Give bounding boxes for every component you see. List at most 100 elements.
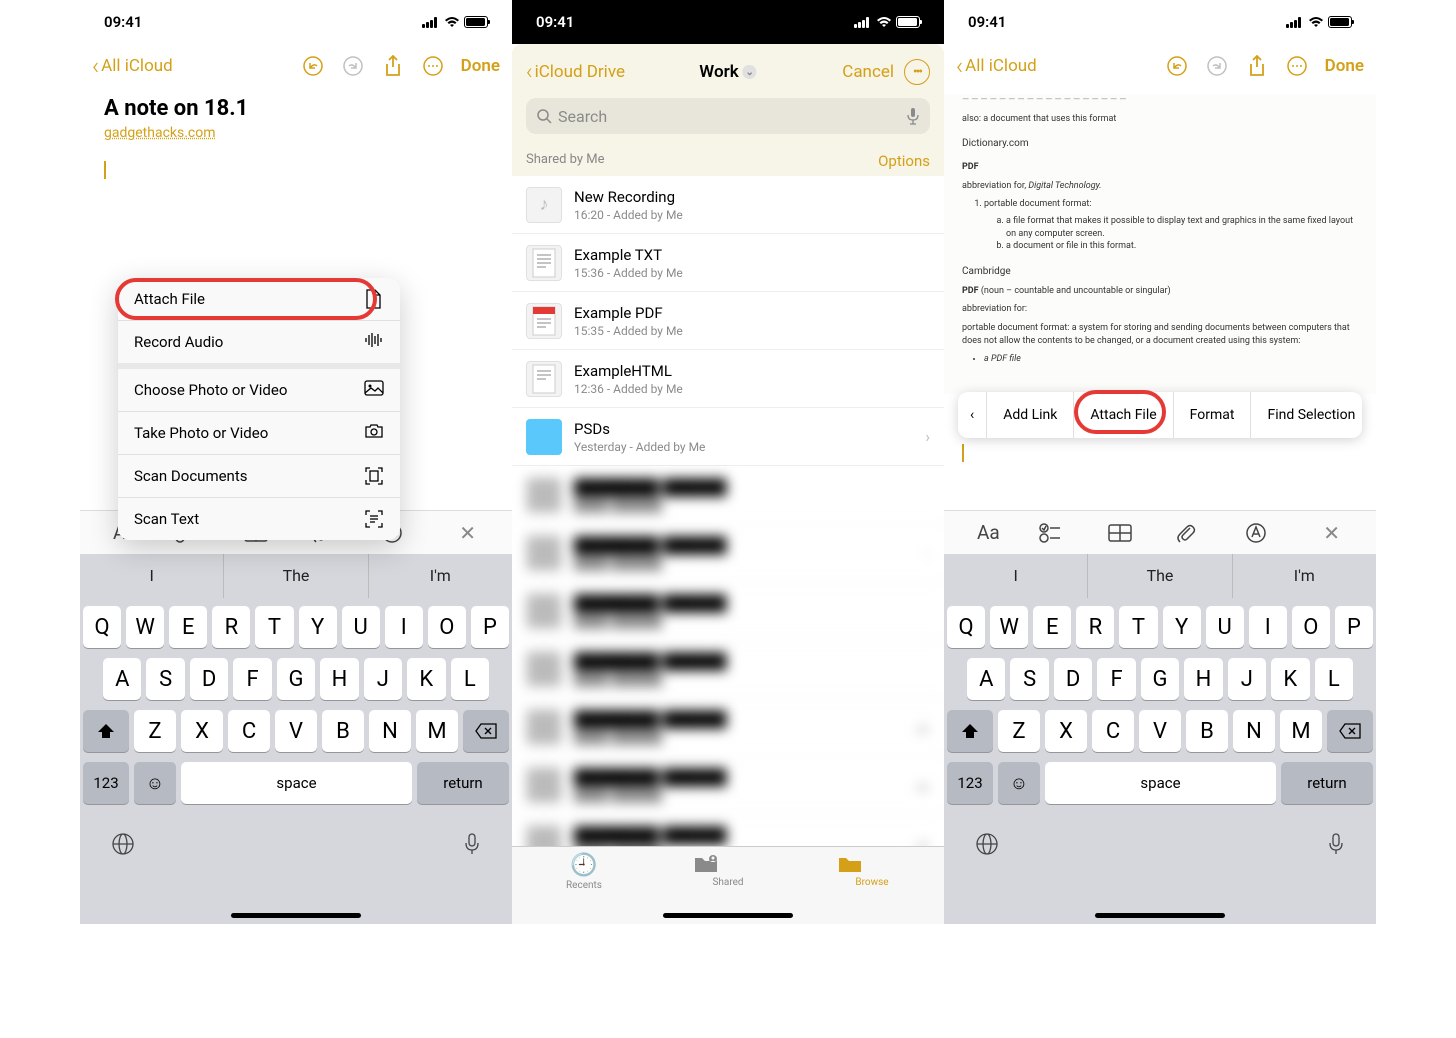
key-F[interactable]: F xyxy=(233,658,271,700)
key-J[interactable]: J xyxy=(1228,658,1266,700)
key-M[interactable]: M xyxy=(1280,710,1322,752)
context-attach-file[interactable]: Attach File xyxy=(1074,392,1173,438)
cancel-button[interactable]: Cancel xyxy=(842,62,894,82)
file-row[interactable]: Example PDF15:35 - Added by Me xyxy=(512,292,944,350)
key-U[interactable]: U xyxy=(1206,606,1244,648)
files-title[interactable]: Work⌄ xyxy=(699,62,756,82)
key-B[interactable]: B xyxy=(322,710,364,752)
key-Y[interactable]: Y xyxy=(1163,606,1201,648)
context-prev[interactable]: ‹ xyxy=(958,392,987,438)
checklist-icon[interactable] xyxy=(1039,523,1075,543)
key-space[interactable]: space xyxy=(1045,762,1276,804)
key-O[interactable]: O xyxy=(1292,606,1330,648)
back-button[interactable]: ‹All iCloud xyxy=(92,52,173,80)
key-Z[interactable]: Z xyxy=(998,710,1040,752)
menu-item-scan-text[interactable]: Scan Text xyxy=(118,498,400,540)
key-S[interactable]: S xyxy=(1010,658,1048,700)
key-D[interactable]: D xyxy=(1054,658,1092,700)
note-hyperlink[interactable]: gadgethacks.com xyxy=(104,125,488,141)
attachment-icon[interactable] xyxy=(1176,522,1212,544)
key-Z[interactable]: Z xyxy=(134,710,176,752)
key-delete[interactable] xyxy=(1327,710,1373,752)
suggestion[interactable]: I xyxy=(80,554,224,598)
dictate-icon[interactable] xyxy=(1327,832,1345,856)
file-row[interactable]: ExampleHTML12:36 - Added by Me xyxy=(512,350,944,408)
file-row[interactable]: PSDsYesterday - Added by Me› xyxy=(512,408,944,466)
key-X[interactable]: X xyxy=(1045,710,1087,752)
share-icon[interactable] xyxy=(377,50,409,82)
menu-item-record-audio[interactable]: Record Audio xyxy=(118,321,400,369)
key-emoji[interactable]: ☺ xyxy=(134,762,176,804)
done-button[interactable]: Done xyxy=(461,56,500,76)
suggestion[interactable]: I'm xyxy=(369,554,512,598)
key-B[interactable]: B xyxy=(1186,710,1228,752)
key-H[interactable]: H xyxy=(320,658,358,700)
key-return[interactable]: return xyxy=(417,762,509,804)
key-C[interactable]: C xyxy=(1092,710,1134,752)
key-E[interactable]: E xyxy=(1033,606,1071,648)
key-O[interactable]: O xyxy=(428,606,466,648)
context-add-link[interactable]: Add Link xyxy=(987,392,1074,438)
menu-item-attach-file[interactable]: Attach File xyxy=(118,278,400,321)
key-123[interactable]: 123 xyxy=(83,762,129,804)
key-T[interactable]: T xyxy=(1119,606,1157,648)
tab-recents[interactable]: 🕘Recents xyxy=(549,853,619,924)
key-N[interactable]: N xyxy=(369,710,411,752)
context-format[interactable]: Format xyxy=(1174,392,1252,438)
file-row[interactable]: Example TXT15:36 - Added by Me xyxy=(512,234,944,292)
key-I[interactable]: I xyxy=(1249,606,1287,648)
more-icon[interactable] xyxy=(1281,50,1313,82)
key-N[interactable]: N xyxy=(1233,710,1275,752)
suggestion[interactable]: I xyxy=(944,554,1088,598)
back-button[interactable]: ‹All iCloud xyxy=(956,52,1037,80)
globe-icon[interactable] xyxy=(975,832,999,856)
key-A[interactable]: A xyxy=(103,658,141,700)
key-L[interactable]: L xyxy=(1315,658,1353,700)
files-back-button[interactable]: ‹iCloud Drive xyxy=(526,60,625,85)
key-D[interactable]: D xyxy=(190,658,228,700)
key-U[interactable]: U xyxy=(342,606,380,648)
key-I[interactable]: I xyxy=(385,606,423,648)
share-icon[interactable] xyxy=(1241,50,1273,82)
key-T[interactable]: T xyxy=(255,606,293,648)
close-toolbar-icon[interactable]: ✕ xyxy=(1314,521,1350,545)
key-Q[interactable]: Q xyxy=(83,606,121,648)
key-X[interactable]: X xyxy=(181,710,223,752)
key-M[interactable]: M xyxy=(416,710,458,752)
key-R[interactable]: R xyxy=(212,606,250,648)
key-P[interactable]: P xyxy=(1335,606,1373,648)
dictate-icon[interactable] xyxy=(906,107,920,125)
key-R[interactable]: R xyxy=(1076,606,1114,648)
key-J[interactable]: J xyxy=(364,658,402,700)
key-F[interactable]: F xyxy=(1097,658,1135,700)
key-shift[interactable] xyxy=(947,710,993,752)
more-icon[interactable] xyxy=(417,50,449,82)
suggestion[interactable]: The xyxy=(224,554,368,598)
key-emoji[interactable]: ☺ xyxy=(998,762,1040,804)
key-V[interactable]: V xyxy=(1139,710,1181,752)
menu-item-choose-photo-or-video[interactable]: Choose Photo or Video xyxy=(118,369,400,412)
context-find-selection[interactable]: Find Selection xyxy=(1251,392,1371,438)
markup-icon[interactable] xyxy=(1245,522,1281,544)
tab-browse[interactable]: Browse xyxy=(837,853,907,924)
note-content[interactable]: A note on 18.1 gadgethacks.com xyxy=(80,88,512,191)
key-return[interactable]: return xyxy=(1281,762,1373,804)
table-icon[interactable] xyxy=(1108,524,1144,542)
menu-item-scan-documents[interactable]: Scan Documents xyxy=(118,455,400,498)
section-options[interactable]: Options xyxy=(878,152,930,170)
key-space[interactable]: space xyxy=(181,762,412,804)
done-button[interactable]: Done xyxy=(1325,56,1364,76)
key-V[interactable]: V xyxy=(275,710,317,752)
files-more-icon[interactable]: ••• xyxy=(904,59,930,85)
key-C[interactable]: C xyxy=(228,710,270,752)
key-L[interactable]: L xyxy=(451,658,489,700)
key-H[interactable]: H xyxy=(1184,658,1222,700)
key-S[interactable]: S xyxy=(146,658,184,700)
menu-item-take-photo-or-video[interactable]: Take Photo or Video xyxy=(118,412,400,455)
globe-icon[interactable] xyxy=(111,832,135,856)
note-content-area[interactable]: — — — — — — — — — — — — — — — — — — also… xyxy=(944,94,1376,394)
key-K[interactable]: K xyxy=(1271,658,1309,700)
key-W[interactable]: W xyxy=(126,606,164,648)
close-toolbar-icon[interactable]: ✕ xyxy=(450,521,486,545)
undo-icon[interactable] xyxy=(1161,50,1193,82)
